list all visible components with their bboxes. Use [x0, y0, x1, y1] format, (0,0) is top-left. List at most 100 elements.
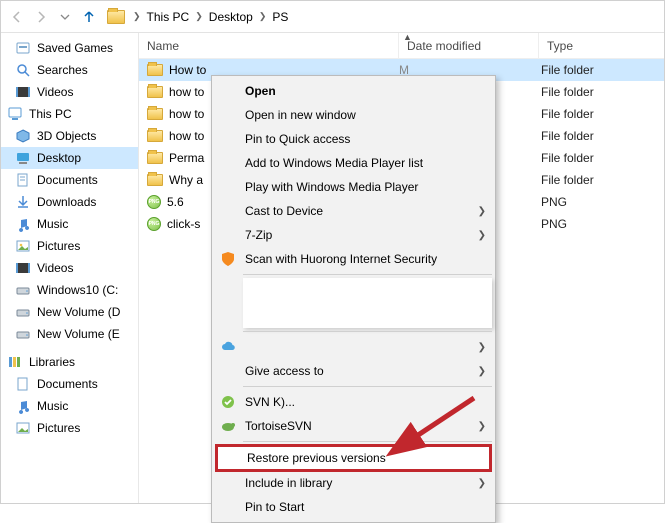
- nav-item-music[interactable]: Music: [1, 213, 138, 235]
- nav-label: Documents: [37, 173, 98, 187]
- nav-label: Downloads: [37, 195, 96, 209]
- nav-label: Documents: [37, 377, 98, 391]
- menu-label: Play with Windows Media Player: [245, 180, 418, 194]
- file-name: how to: [169, 85, 204, 99]
- nav-label: Videos: [37, 261, 73, 275]
- nav-forward-button[interactable]: [29, 5, 53, 29]
- folder-icon: [147, 152, 163, 164]
- nav-item-drive-e[interactable]: New Volume (E: [1, 323, 138, 345]
- nav-item-drive-d[interactable]: New Volume (D: [1, 301, 138, 323]
- nav-label: Windows10 (C:: [37, 283, 118, 297]
- nav-item-libraries[interactable]: Libraries: [1, 351, 138, 373]
- nav-label: This PC: [29, 107, 72, 121]
- cube-icon: [15, 128, 31, 144]
- png-icon: [147, 217, 161, 231]
- pictures-icon: [15, 420, 31, 436]
- desktop-icon: [15, 150, 31, 166]
- nav-item-lib-pictures[interactable]: Pictures: [1, 417, 138, 439]
- breadcrumb-segment[interactable]: PS: [270, 8, 290, 26]
- nav-item-searches[interactable]: Searches: [1, 59, 138, 81]
- breadcrumb[interactable]: ❯ This PC ❯ Desktop ❯ PS: [107, 1, 290, 32]
- menu-label: Restore previous versions: [247, 451, 386, 465]
- music-icon: [15, 398, 31, 414]
- nav-item-lib-music[interactable]: Music: [1, 395, 138, 417]
- folder-icon: [147, 86, 163, 98]
- drive-icon: [15, 326, 31, 342]
- nav-item-lib-documents[interactable]: Documents: [1, 373, 138, 395]
- menu-label: SVN K)...: [245, 395, 295, 409]
- menu-label: Include in library: [245, 476, 332, 490]
- column-header-date[interactable]: Date modified: [399, 33, 539, 58]
- breadcrumb-segment[interactable]: This PC: [145, 8, 192, 26]
- nav-item-videos[interactable]: Videos: [1, 257, 138, 279]
- nav-label: Desktop: [37, 151, 81, 165]
- nav-label: 3D Objects: [37, 129, 96, 143]
- menu-label: Pin to Quick access: [245, 132, 350, 146]
- nav-item-videos[interactable]: Videos: [1, 81, 138, 103]
- shield-icon: [219, 250, 237, 268]
- menu-separator: [243, 274, 492, 275]
- nav-label: Videos: [37, 85, 73, 99]
- column-label: Date modified: [407, 39, 481, 53]
- menu-label: 7-Zip: [245, 228, 272, 242]
- submenu-arrow-icon: ❯: [478, 206, 486, 217]
- menu-label: Cast to Device: [245, 204, 323, 218]
- submenu-arrow-icon: ❯: [478, 366, 486, 377]
- menu-item-huorong-scan[interactable]: Scan with Huorong Internet Security: [213, 247, 494, 271]
- menu-item-tortoise-svn[interactable]: TortoiseSVN❯: [213, 414, 494, 438]
- menu-item-7zip[interactable]: 7-Zip❯: [213, 223, 494, 247]
- menu-item-open-new-window[interactable]: Open in new window: [213, 103, 494, 127]
- nav-item-3d-objects[interactable]: 3D Objects: [1, 125, 138, 147]
- nav-recent-dropdown[interactable]: [53, 5, 77, 29]
- menu-blank-region: [243, 278, 492, 328]
- menu-item-give-access[interactable]: Give access to ❯: [213, 359, 494, 383]
- menu-item-pin-quick-access[interactable]: Pin to Quick access: [213, 127, 494, 151]
- menu-item-open[interactable]: Open: [213, 79, 494, 103]
- menu-item-pin-to-start[interactable]: Pin to Start: [213, 495, 494, 519]
- menu-label: Give access to: [245, 364, 324, 378]
- context-menu: Open Open in new window Pin to Quick acc…: [211, 75, 496, 523]
- submenu-arrow-icon: ❯: [478, 342, 486, 353]
- svn-icon: [219, 393, 237, 411]
- column-label: Name: [147, 39, 179, 53]
- file-type: File folder: [539, 107, 664, 121]
- menu-label: Open: [245, 84, 276, 98]
- nav-item-drive-c[interactable]: Windows10 (C:: [1, 279, 138, 301]
- menu-item-play-wmp[interactable]: Play with Windows Media Player: [213, 175, 494, 199]
- nav-item-documents[interactable]: Documents: [1, 169, 138, 191]
- nav-item-desktop[interactable]: Desktop: [1, 147, 138, 169]
- menu-item-cloud[interactable]: ❯: [213, 335, 494, 359]
- menu-item-cast-to-device[interactable]: Cast to Device ❯: [213, 199, 494, 223]
- menu-separator: [243, 331, 492, 332]
- nav-label: Music: [37, 399, 68, 413]
- column-header-type[interactable]: Type: [539, 33, 664, 58]
- menu-item-add-wmp-list[interactable]: Add to Windows Media Player list: [213, 151, 494, 175]
- menu-item-include-in-library[interactable]: Include in library❯: [213, 471, 494, 495]
- nav-label: New Volume (E: [37, 327, 120, 341]
- sort-indicator-icon: ▲: [403, 32, 412, 42]
- nav-item-this-pc[interactable]: This PC: [1, 103, 138, 125]
- breadcrumb-segment[interactable]: Desktop: [207, 8, 255, 26]
- videos-icon: [15, 84, 31, 100]
- column-header-name[interactable]: Name: [139, 33, 399, 58]
- menu-separator: [243, 441, 492, 442]
- file-type: File folder: [539, 129, 664, 143]
- folder-icon: [147, 130, 163, 142]
- documents-icon: [15, 376, 31, 392]
- nav-label: Searches: [37, 63, 88, 77]
- nav-item-pictures[interactable]: Pictures: [1, 235, 138, 257]
- nav-up-button[interactable]: [77, 5, 101, 29]
- menu-item-restore-previous-versions[interactable]: Restore previous versions: [215, 444, 492, 472]
- menu-label: Open in new window: [245, 108, 356, 122]
- file-name: how to: [169, 129, 204, 143]
- tortoise-icon: [219, 417, 237, 435]
- music-icon: [15, 216, 31, 232]
- submenu-arrow-icon: ❯: [478, 421, 486, 432]
- nav-label: Libraries: [29, 355, 75, 369]
- nav-item-saved-games[interactable]: Saved Games: [1, 37, 138, 59]
- png-icon: [147, 195, 161, 209]
- nav-back-button[interactable]: [5, 5, 29, 29]
- menu-label: Scan with Huorong Internet Security: [245, 252, 437, 266]
- menu-item-svn[interactable]: SVN K)...: [213, 390, 494, 414]
- nav-item-downloads[interactable]: Downloads: [1, 191, 138, 213]
